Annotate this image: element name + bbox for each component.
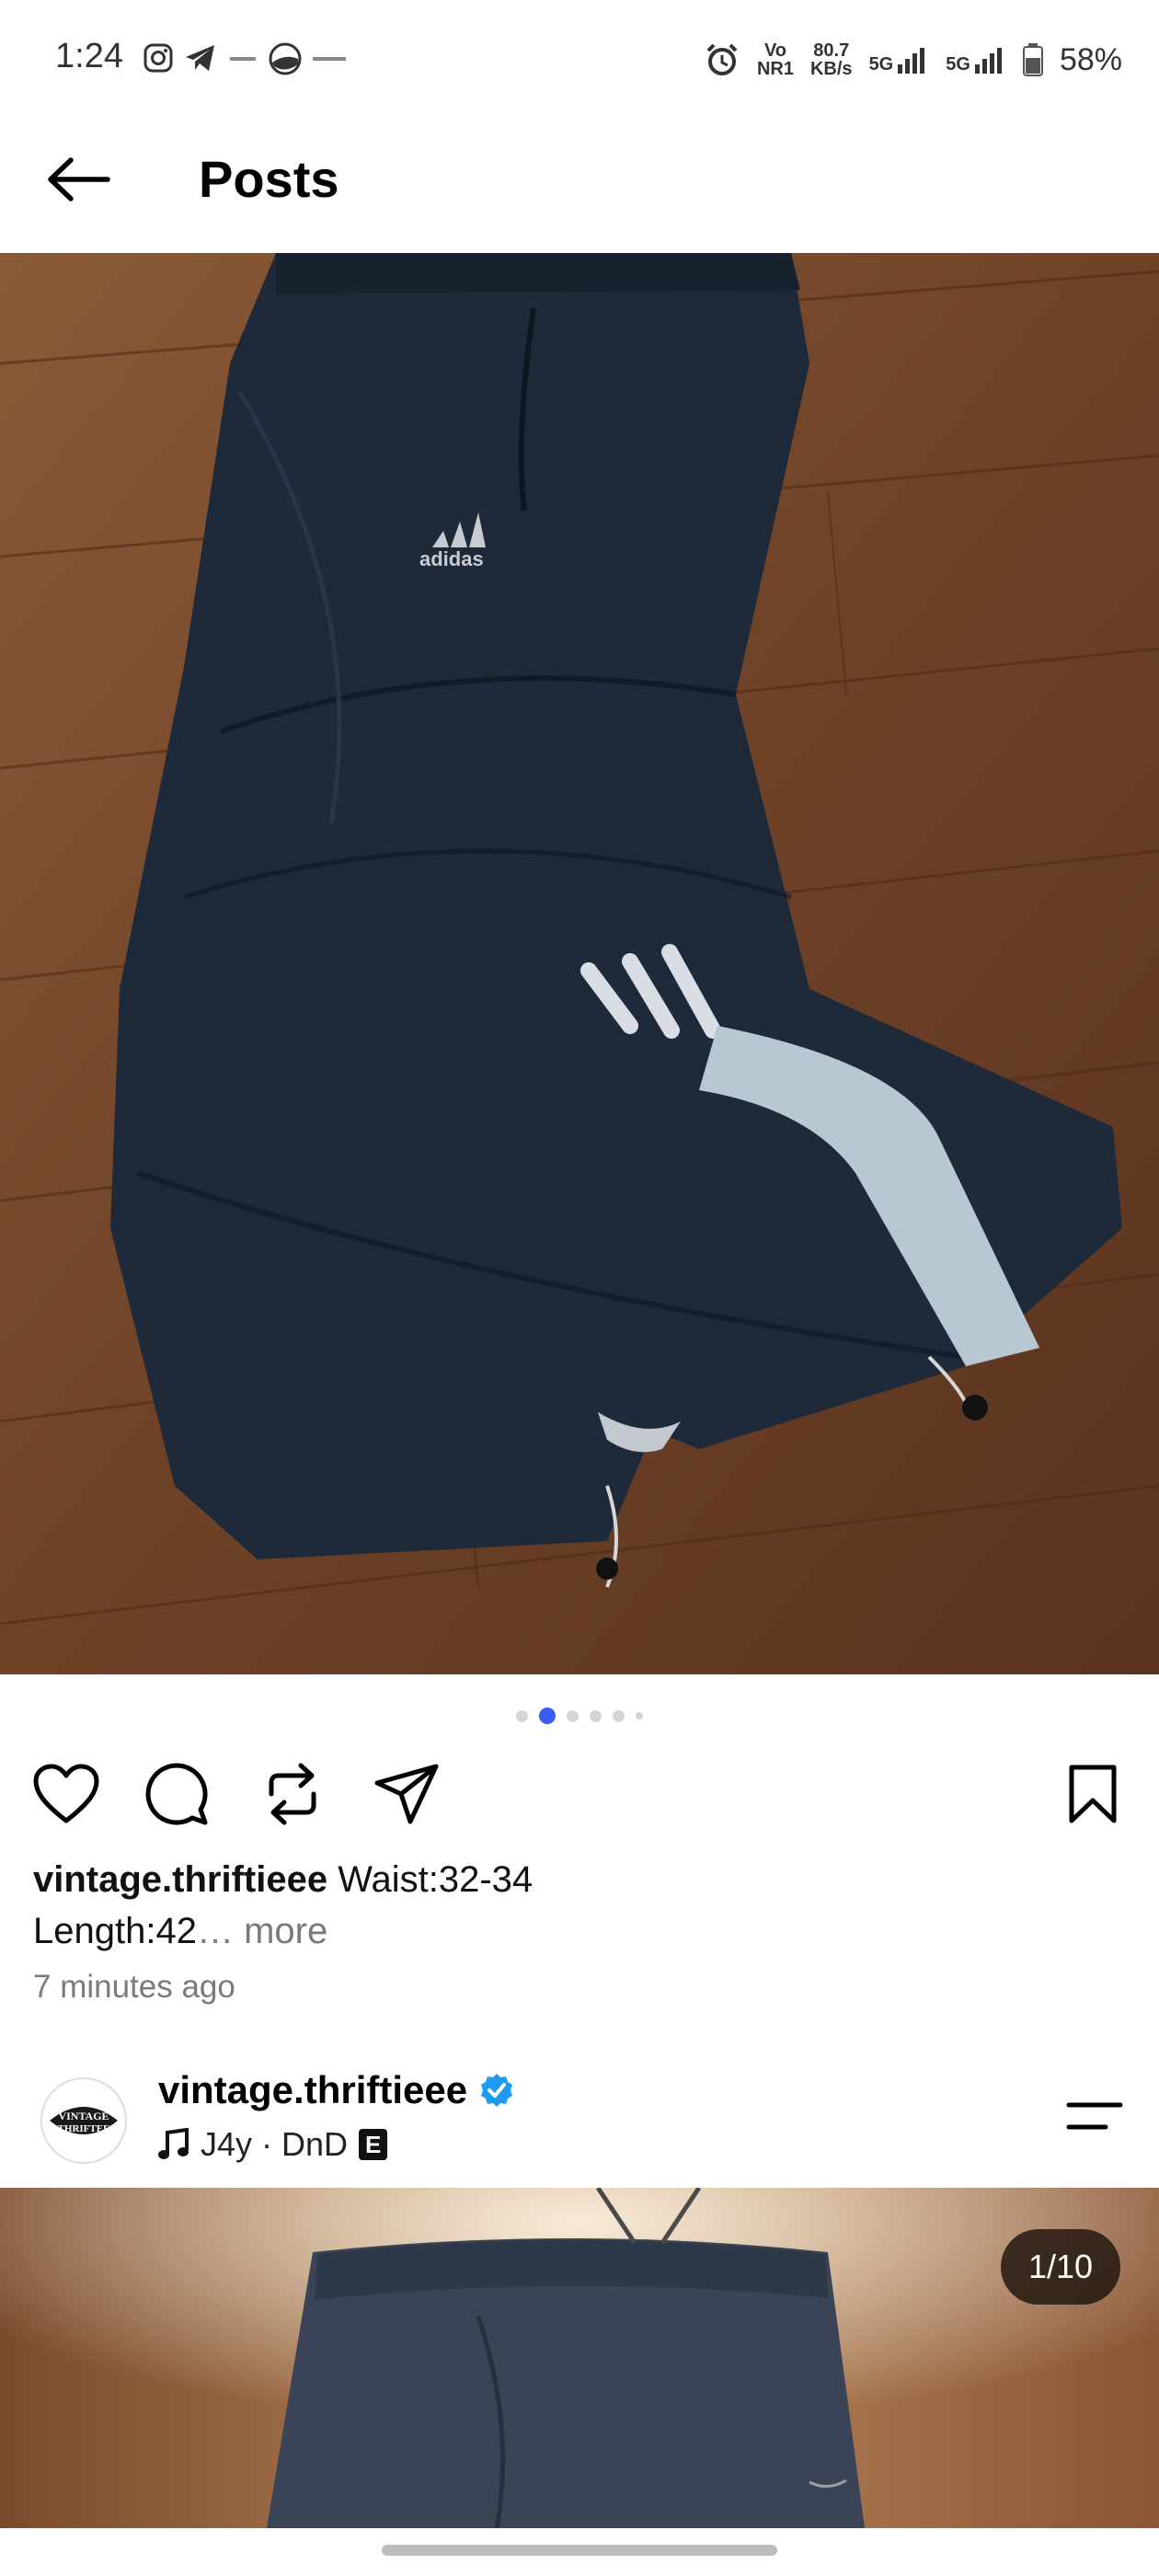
status-time: 1:24 — [55, 37, 123, 75]
next-post-username[interactable]: vintage.thriftieee — [158, 2068, 515, 2112]
alarm-icon — [706, 43, 738, 75]
avatar-logo: VINTAGE THRIFTEE — [50, 2107, 118, 2134]
signal-5g-2: 5G — [946, 46, 1006, 74]
next-post-photo — [0, 2188, 1159, 2528]
share-icon — [374, 1764, 439, 1824]
music-title: J4y · DnD — [201, 2125, 349, 2163]
page-title: Posts — [199, 150, 339, 208]
post-timestamp: 7 minutes ago — [33, 1969, 235, 2005]
comment-icon — [145, 1763, 208, 1825]
carousel-dot — [636, 1712, 643, 1719]
signal-icon — [974, 48, 1002, 74]
music-note-icon — [158, 2128, 189, 2159]
arrow-left-icon — [48, 157, 110, 201]
status-right: Vo NR1 80.7 KB/s 5G 5G 58% — [704, 37, 1122, 83]
next-post-username-text[interactable]: vintage.thriftieee — [158, 2068, 467, 2112]
verified-icon — [481, 2074, 513, 2107]
carousel-dot — [590, 1709, 602, 1722]
like-button[interactable] — [29, 1757, 103, 1831]
zomato-icon — [269, 42, 302, 75]
post-image[interactable]: adidas — [0, 253, 1159, 1674]
caption-text-line2: Length:42 — [33, 1911, 197, 1951]
repost-icon — [269, 1763, 316, 1825]
carousel-dot — [516, 1709, 528, 1722]
signal-5g-1: 5G — [869, 46, 930, 74]
status-bar: 1:24 Vo NR1 80.7 KB/s 5G 5G 58% — [0, 0, 1159, 120]
explicit-badge: E — [359, 2129, 388, 2160]
next-post-image[interactable] — [0, 2188, 1159, 2528]
save-button[interactable] — [1056, 1757, 1130, 1831]
battery-percent: 58% — [1059, 41, 1122, 77]
carousel-dot — [613, 1709, 625, 1722]
share-button[interactable] — [370, 1757, 443, 1831]
instagram-icon — [143, 43, 173, 73]
zomato-label-icon — [313, 57, 346, 61]
zepto-icon — [230, 57, 256, 61]
repost-button[interactable] — [256, 1757, 329, 1831]
carousel-dot-active — [539, 1708, 556, 1724]
battery-icon — [1022, 43, 1043, 76]
carousel-dot — [567, 1709, 579, 1722]
caption-text-line1: Waist:32-34 — [338, 1859, 534, 1900]
menu-icon — [1066, 2102, 1123, 2130]
music-info[interactable]: J4y · DnD E — [158, 2125, 388, 2164]
heart-icon — [33, 1764, 99, 1823]
page-counter: 1/10 — [1001, 2229, 1120, 2305]
home-indicator[interactable] — [382, 2545, 777, 2556]
signal-icon — [898, 48, 925, 74]
volte-indicator: Vo NR1 — [756, 40, 794, 79]
comment-button[interactable] — [140, 1757, 213, 1831]
menu-button[interactable] — [1058, 2088, 1131, 2144]
more-link[interactable]: … more — [197, 1911, 327, 1951]
bookmark-icon — [1069, 1765, 1117, 1823]
avatar-text-bottom: THRIFTEE — [58, 2123, 110, 2134]
avatar[interactable]: VINTAGE THRIFTEE — [40, 2077, 127, 2164]
caption-username[interactable]: vintage.thriftieee — [33, 1859, 327, 1900]
post-photo: adidas — [0, 253, 1159, 1674]
back-button[interactable] — [37, 147, 120, 212]
avatar-text-top: VINTAGE — [58, 2110, 109, 2122]
post-caption: vintage.thriftieee Waist:32-34 Length:42… — [33, 1854, 1119, 1957]
header — [0, 129, 1159, 253]
network-speed: 80.7 KB/s — [809, 40, 853, 79]
telegram-icon — [186, 45, 214, 71]
carousel-dots — [0, 1707, 1159, 1725]
svg-text:adidas: adidas — [419, 547, 484, 570]
